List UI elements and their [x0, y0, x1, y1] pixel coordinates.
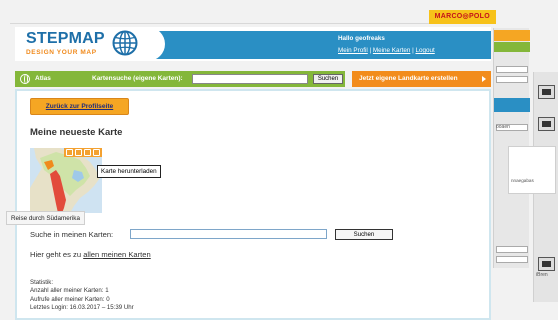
thumbnail-icon: [538, 85, 555, 99]
ghost-blue-block: [494, 98, 530, 112]
my-maps-search-button[interactable]: Suchen: [335, 229, 393, 240]
logo-wordmark: STEPMAP: [26, 30, 105, 47]
ghost-text: nnaegabas: [511, 178, 534, 183]
site-header: STEPMAP DESIGN YOUR MAP: [15, 27, 491, 61]
nav-bar: Atlas Kartensuche (eigene Karten): Suche…: [15, 71, 345, 87]
stats-maps-count: Anzahl aller meiner Karten: 1: [30, 287, 109, 295]
edit-icon[interactable]: [66, 149, 73, 156]
stats-heading: Statistik:: [30, 279, 54, 286]
download-tooltip: Karte herunterladen: [97, 165, 161, 178]
nav-search-label: Kartensuche (eigene Karten):: [92, 75, 183, 82]
nav-search-button[interactable]: Suchen: [313, 74, 343, 84]
top-strip: MARCO◎POLO: [10, 10, 496, 24]
user-links: Mein Profil | Meine Karten | Logout: [338, 47, 435, 54]
map-thumbnail[interactable]: [30, 148, 102, 213]
all-maps-prefix: Hier geht es zu: [30, 250, 84, 259]
ghost-field: [496, 76, 528, 83]
all-maps-line: Hier geht es zu allen meinen Karten: [30, 250, 151, 259]
map-toolbar: [64, 148, 102, 157]
section-title: Meine neueste Karte: [30, 127, 123, 138]
south-america-map-image: [30, 148, 102, 213]
header-bar: [145, 31, 491, 59]
ghost-field: [496, 66, 528, 73]
link-logout[interactable]: Logout: [415, 47, 434, 54]
nav-search-input[interactable]: [192, 74, 308, 84]
thumbnail-icon: [538, 257, 555, 271]
create-map-button[interactable]: Jetzt eigene Landkarte erstellen: [352, 71, 491, 87]
ghost-green-bar: [494, 42, 530, 52]
stats-views: Aufrufe aller meiner Karten: 0: [30, 295, 110, 303]
marco-polo-logo[interactable]: MARCO◎POLO: [428, 10, 496, 24]
user-greeting: Hallo geofreaks: [338, 35, 385, 42]
link-my-profile[interactable]: Mein Profil: [338, 47, 368, 54]
ghost-field: [496, 246, 528, 253]
thumbnail-icon: [538, 117, 555, 131]
link-my-maps[interactable]: Meine Karten: [373, 47, 410, 54]
map-caption-tooltip: Reise durch Südamerika: [6, 211, 85, 225]
ghost-orange-bar: [494, 30, 530, 41]
back-to-profile-button[interactable]: Zurück zur Profilseite: [30, 98, 129, 115]
background-popup: nnaegabas: [508, 146, 556, 194]
stats-last-login: Letztes Login: 16.03.2017 – 15:39 Uhr: [30, 303, 134, 311]
pencil-icon[interactable]: [75, 149, 82, 156]
my-maps-search-input[interactable]: [130, 229, 327, 239]
browser-page: MARCO◎POLO STEPMAP DESIGN YOUR MAP Hallo…: [0, 0, 558, 320]
share-icon[interactable]: [84, 149, 91, 156]
statistics: Statistik: Anzahl aller meiner Karten: 1…: [30, 279, 134, 312]
globe-icon: [20, 74, 30, 84]
ghost-text: ooaen: [496, 124, 510, 130]
my-maps-search-label: Suche in meinen Karten:: [30, 230, 114, 239]
globe-icon: [112, 30, 138, 56]
nav-atlas-link[interactable]: Atlas: [35, 75, 51, 82]
ghost-text: iBren: [536, 272, 548, 278]
all-maps-link[interactable]: allen meinen Karten: [83, 250, 151, 259]
main-content: Zurück zur Profilseite Meine neueste Kar…: [15, 89, 491, 320]
download-icon[interactable]: [93, 149, 100, 156]
arrow-right-icon: [482, 76, 486, 82]
logo-tagline: DESIGN YOUR MAP: [26, 49, 97, 56]
ghost-field: [496, 256, 528, 263]
stepmap-logo[interactable]: STEPMAP DESIGN YOUR MAP: [15, 27, 165, 61]
create-map-label: Jetzt eigene Landkarte erstellen: [359, 75, 458, 82]
